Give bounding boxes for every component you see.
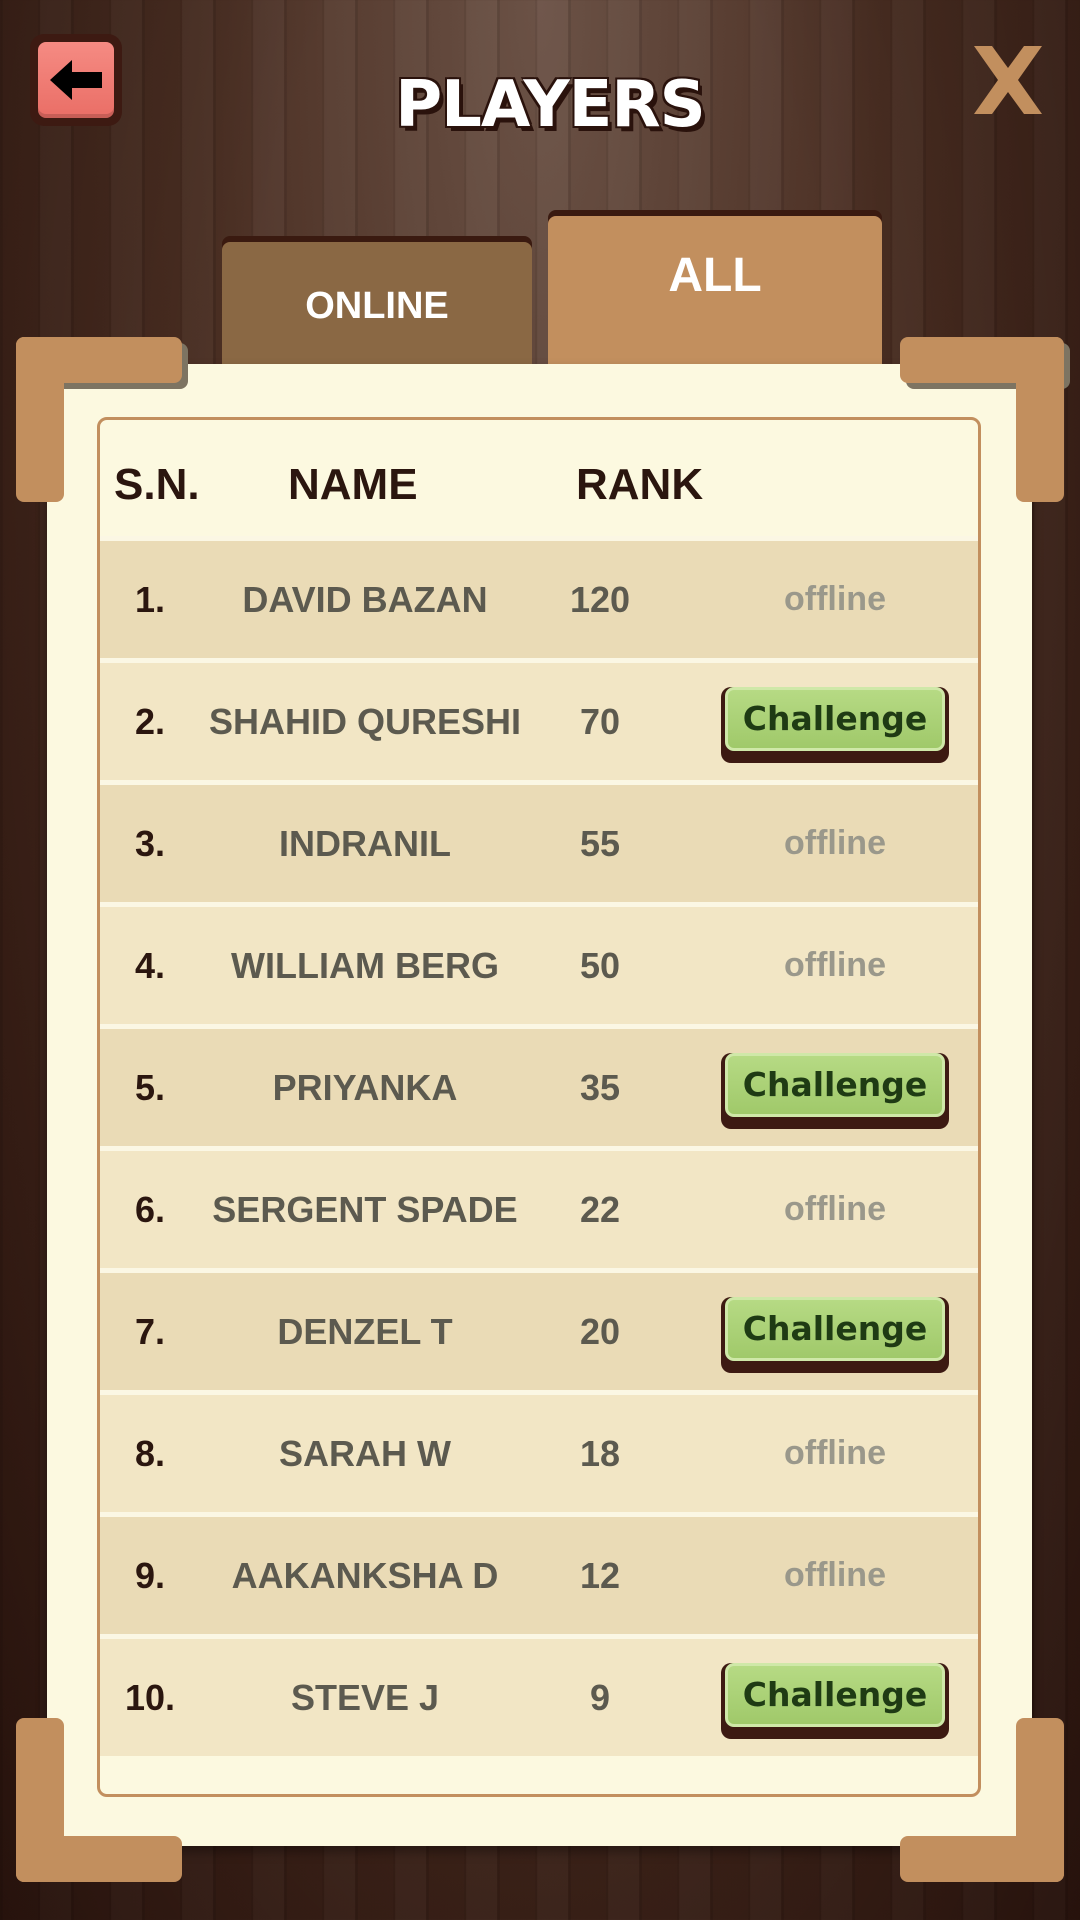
row-serial-number: 3. [134,822,166,864]
row-player-name: SHAHID QURESHI [208,700,522,742]
row-serial-number: 5. [134,1066,166,1108]
column-header-rank: RANK [576,460,704,509]
table-body: 1. DAVID BAZAN 120 offline 2. SHAHID QURESHI 7… [100,536,978,1756]
column-header-sn: S.N. [114,460,200,509]
row-status-offline: offline [784,1556,886,1594]
players-table: S.N. NAME RANK 1. DAVID BAZAN 120 offline 2.… [97,417,981,1797]
row-rank: 12 [579,1554,621,1596]
row-rank: 50 [579,944,621,986]
challenge-button-label: Challenge [725,1296,945,1361]
table-row: 2. SHAHID QURESHI 70 Challenge [100,658,978,780]
challenge-button[interactable]: Challenge [721,1662,949,1739]
row-status-offline: offline [784,1190,886,1228]
row-player-name: DAVID BAZAN [242,578,488,620]
row-player-name: WILLIAM BERG [231,944,499,986]
page-title: PLAYERS [395,68,706,142]
row-rank: 35 [579,1066,621,1108]
table-row: 4. WILLIAM BERG 50 offline [100,902,978,1024]
row-serial-number: 8. [134,1432,166,1474]
row-player-name: DENZEL T [277,1310,453,1352]
table-row: 10. STEVE J 9 Challenge [100,1634,978,1756]
table-row: 9. AAKANKSHA D 12 offline [100,1512,978,1634]
row-serial-number: 9. [134,1554,166,1596]
row-player-name: STEVE J [290,1676,440,1718]
challenge-button[interactable]: Challenge [721,1052,949,1129]
tab-all[interactable]: ALL [548,216,882,364]
row-rank: 70 [579,700,621,742]
challenge-button-label: Challenge [725,1052,945,1117]
close-button[interactable] [968,40,1048,120]
row-serial-number: 1. [134,578,166,620]
row-serial-number: 2. [134,700,166,742]
table-row: 8. SARAH W 18 offline [100,1390,978,1512]
row-rank: 55 [579,822,621,864]
row-action: Challenge [710,1029,960,1146]
table-row: 5. PRIYANKA 35 Challenge [100,1024,978,1146]
challenge-button-label: Challenge [725,686,945,751]
table-row: 6. SERGENT SPADE 22 offline [100,1146,978,1268]
row-rank: 120 [569,578,631,620]
close-x-icon [974,46,1042,114]
table-header: S.N. NAME RANK [100,420,978,536]
table-row: 7. DENZEL T 20 Challenge [100,1268,978,1390]
table-row: 3. INDRANIL 55 offline [100,780,978,902]
row-serial-number: 7. [134,1310,166,1352]
row-rank: 22 [579,1188,621,1230]
row-rank: 20 [579,1310,621,1352]
tab-online-label: ONLINE [305,284,449,327]
row-status-offline: offline [784,580,886,618]
row-action: Challenge [710,1639,960,1756]
tab-all-label: ALL [668,248,762,302]
row-action: Challenge [710,1273,960,1390]
row-player-name: SERGENT SPADE [212,1188,518,1230]
tab-online[interactable]: ONLINE [222,242,532,364]
row-serial-number: 4. [134,944,166,986]
row-player-name: PRIYANKA [272,1066,458,1108]
challenge-button[interactable]: Challenge [721,686,949,763]
row-status-offline: offline [784,824,886,862]
row-rank: 9 [589,1676,611,1718]
row-serial-number: 10. [124,1676,176,1718]
table-row: 1. DAVID BAZAN 120 offline [100,536,978,658]
row-serial-number: 6. [134,1188,166,1230]
row-rank: 18 [579,1432,621,1474]
row-status-offline: offline [784,946,886,984]
column-header-name: NAME [288,460,418,509]
row-player-name: AAKANKSHA D [231,1554,499,1596]
row-action: Challenge [710,663,960,780]
challenge-button[interactable]: Challenge [721,1296,949,1373]
challenge-button-label: Challenge [725,1662,945,1727]
row-player-name: SARAH W [279,1432,451,1474]
row-status-offline: offline [784,1434,886,1472]
row-player-name: INDRANIL [279,822,451,864]
